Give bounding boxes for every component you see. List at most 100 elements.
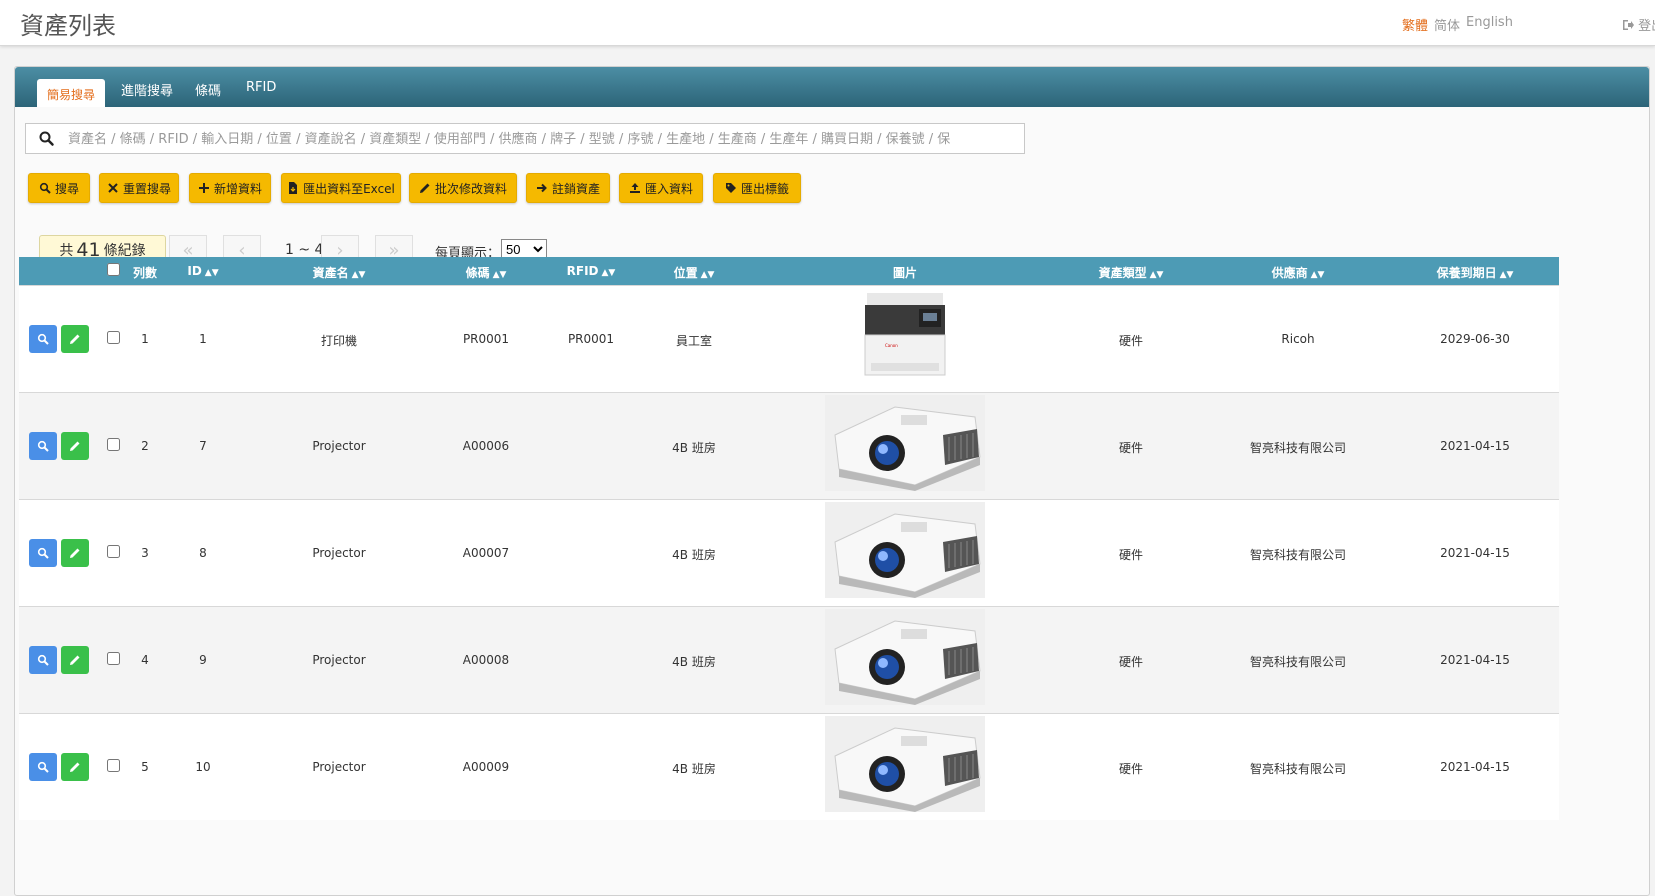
col-image: 圖片 — [892, 266, 918, 280]
tab-advanced-search[interactable]: 進階搜尋 — [121, 80, 173, 99]
edit-button[interactable] — [61, 432, 89, 460]
cell-location: 4B 班房 — [672, 548, 716, 562]
cell-id: 10 — [195, 760, 211, 774]
cell-row-no: 1 — [141, 332, 149, 346]
import-button[interactable]: 匯入資料 — [619, 173, 703, 203]
cell-supplier: 智亮科技有限公司 — [1249, 548, 1347, 562]
col-warranty[interactable]: 保養到期日 ▲▼ — [1437, 264, 1514, 281]
col-rfid[interactable]: RFID ▲▼ — [567, 264, 616, 278]
printer-image[interactable]: Canon — [861, 289, 949, 381]
projector-image[interactable] — [825, 502, 985, 598]
cell-barcode: A00007 — [462, 546, 510, 560]
row-checkbox[interactable] — [107, 331, 120, 344]
export-excel-label: 匯出資料至Excel — [303, 181, 395, 196]
write-off-button[interactable]: 註銷資產 — [526, 173, 610, 203]
batch-edit-button[interactable]: 批次修改資料 — [409, 173, 517, 203]
select-all-checkbox[interactable] — [107, 263, 120, 276]
cell-type: 硬件 — [1118, 441, 1144, 455]
table-row: 1 1 打印機 PR0001 PR0001 員工室 硬件 Ricoh 2029-06-30 Ca… — [19, 285, 1559, 392]
logout-label: 登出 — [1638, 19, 1655, 34]
tab-barcode[interactable]: 條碼 — [195, 80, 221, 99]
row-checkbox[interactable] — [107, 545, 120, 558]
cell-name: Projector — [312, 439, 366, 453]
reset-search-button[interactable]: 重置搜尋 — [99, 173, 179, 203]
sort-icon: ▲▼ — [492, 270, 507, 280]
import-label: 匯入資料 — [644, 181, 693, 196]
cell-warranty: 2021-04-15 — [1440, 439, 1510, 453]
cell-name: Projector — [312, 760, 366, 774]
projector-image[interactable] — [825, 609, 985, 705]
sort-icon: ▲▼ — [601, 268, 616, 278]
view-button[interactable] — [29, 432, 57, 460]
view-button[interactable] — [29, 753, 57, 781]
col-supplier[interactable]: 供應商 ▲▼ — [1272, 264, 1325, 281]
cell-type: 硬件 — [1118, 334, 1144, 348]
col-name[interactable]: 資產名 ▲▼ — [313, 264, 366, 281]
pencil-icon — [70, 548, 80, 558]
tab-rfid[interactable]: RFID — [246, 80, 276, 95]
projector-image[interactable] — [825, 395, 985, 491]
cell-location: 4B 班房 — [672, 655, 716, 669]
tab-simple-search[interactable]: 簡易搜尋 — [37, 79, 106, 107]
export-labels-button[interactable]: 匯出標籤 — [713, 173, 801, 203]
projector-image[interactable] — [825, 716, 985, 812]
view-button[interactable] — [29, 646, 57, 674]
edit-button[interactable] — [61, 646, 89, 674]
export-excel-button[interactable]: 匯出資料至Excel — [281, 173, 401, 203]
cell-row-no: 2 — [141, 439, 149, 453]
lang-english[interactable]: English — [1466, 15, 1513, 30]
row-checkbox[interactable] — [107, 438, 120, 451]
col-type[interactable]: 資產類型 ▲▼ — [1099, 264, 1164, 281]
col-row-no: 列數 — [132, 266, 158, 280]
col-location[interactable]: 位置 ▲▼ — [674, 264, 715, 281]
cell-location: 4B 班房 — [672, 441, 716, 455]
cell-supplier: 智亮科技有限公司 — [1249, 655, 1347, 669]
table-row: 2 7 Projector A00006 4B 班房 硬件 智亮科技有限公司 2021-04-… — [19, 392, 1559, 499]
arrow-right-icon — [536, 183, 547, 193]
cell-name: Projector — [312, 546, 366, 560]
lang-simplified[interactable]: 简体 — [1434, 15, 1460, 34]
cell-warranty: 2021-04-15 — [1440, 760, 1510, 774]
cell-id: 1 — [199, 332, 207, 346]
edit-button[interactable] — [61, 753, 89, 781]
cell-supplier: Ricoh — [1281, 332, 1315, 346]
per-page-select[interactable]: 50 — [501, 239, 547, 259]
cell-id: 9 — [199, 653, 207, 667]
col-barcode[interactable]: 條碼 ▲▼ — [466, 264, 507, 281]
cell-row-no: 3 — [141, 546, 149, 560]
write-off-label: 註銷資產 — [551, 181, 600, 196]
cell-warranty: 2021-04-15 — [1440, 546, 1510, 560]
upload-icon — [629, 183, 640, 193]
search-button[interactable]: 搜尋 — [28, 173, 90, 203]
file-export-icon — [289, 182, 298, 194]
view-button[interactable] — [29, 325, 57, 353]
cell-supplier: 智亮科技有限公司 — [1249, 762, 1347, 776]
cell-name: Projector — [312, 653, 366, 667]
cell-location: 員工室 — [675, 334, 713, 348]
top-bar: 資產列表 繁體 简体 English 登出 — [0, 0, 1655, 46]
add-record-button[interactable]: 新增資料 — [189, 173, 271, 203]
row-checkbox[interactable] — [107, 759, 120, 772]
edit-button[interactable] — [61, 325, 89, 353]
sign-out-icon — [1623, 20, 1634, 30]
sort-icon: ▲▼ — [1310, 270, 1325, 280]
table-header: 列數 ID ▲▼ 資產名 ▲▼ 條碼 ▲▼ RFID ▲▼ 位置 ▲▼ 圖片 資產類型 ▲▼… — [19, 257, 1559, 285]
edit-button[interactable] — [61, 539, 89, 567]
col-id[interactable]: ID ▲▼ — [187, 264, 218, 278]
panel-header: 簡易搜尋 進階搜尋 條碼 RFID — [15, 67, 1649, 107]
sort-icon: ▲▼ — [1149, 270, 1164, 280]
cell-row-no: 4 — [141, 653, 149, 667]
pencil-icon — [70, 334, 80, 344]
lang-traditional[interactable]: 繁體 — [1402, 15, 1428, 34]
row-checkbox[interactable] — [107, 652, 120, 665]
add-record-label: 新增資料 — [213, 181, 262, 196]
view-button[interactable] — [29, 539, 57, 567]
logout-link[interactable]: 登出 — [1622, 15, 1655, 34]
sort-icon: ▲▼ — [700, 270, 715, 280]
search-icon — [37, 761, 49, 773]
sort-icon: ▲▼ — [351, 270, 366, 280]
cell-barcode: A00006 — [462, 439, 510, 453]
cell-supplier: 智亮科技有限公司 — [1249, 441, 1347, 455]
sort-icon: ▲▼ — [204, 268, 219, 278]
search-input[interactable] — [68, 128, 1018, 150]
